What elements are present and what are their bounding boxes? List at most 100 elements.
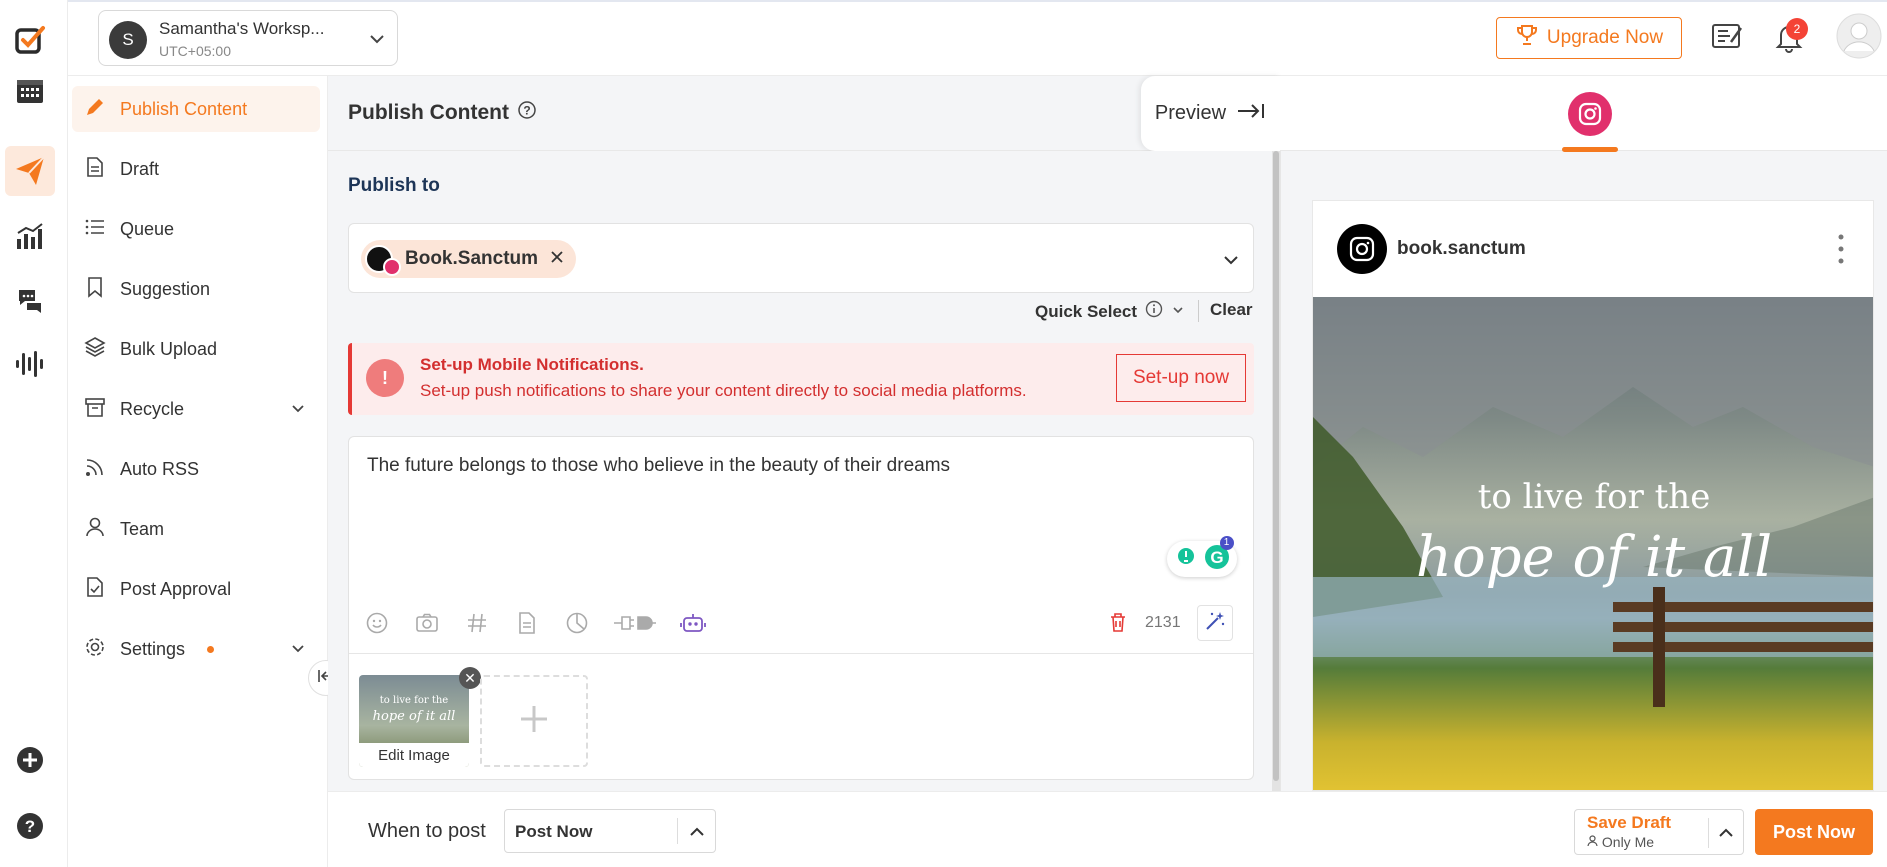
media-thumbnail[interactable]: to live for the hope of it all Edit Imag… <box>359 675 469 767</box>
menu-label: Bulk Upload <box>120 338 218 359</box>
setup-now-button[interactable]: Set-up now <box>1116 354 1246 402</box>
chat-icon[interactable] <box>12 283 48 319</box>
divider <box>677 818 678 844</box>
workspace-timezone: UTC+05:00 <box>159 43 231 59</box>
calendar-icon[interactable] <box>12 72 48 108</box>
side-menu: Publish Content Draft Queue Suggestion B… <box>68 76 328 867</box>
thumbnail-caption-line2: hope of it all <box>372 709 456 724</box>
save-draft-visibility: Only Me <box>1587 834 1654 850</box>
menu-label: Draft <box>120 158 160 179</box>
chevron-up-icon[interactable] <box>1717 824 1735 847</box>
menu-item-publish-content[interactable]: Publish Content <box>72 86 320 132</box>
instagram-tab-icon[interactable] <box>1568 92 1612 136</box>
mobile-notification-banner: ! Set-up Mobile Notifications. Set-up pu… <box>348 343 1254 415</box>
character-count: 2131 <box>1145 614 1181 631</box>
post-preview-image: to live for the hope of it all <box>1313 297 1873 790</box>
menu-item-suggestion[interactable]: Suggestion <box>72 266 320 312</box>
icon-rail: ? <box>0 0 68 867</box>
rss-icon <box>84 456 106 483</box>
plug-connector-icon[interactable] <box>611 607 659 639</box>
account-chip-label: Book.Sanctum <box>405 248 539 269</box>
analytics-icon[interactable] <box>12 218 48 254</box>
menu-label: Settings <box>120 638 186 659</box>
clear-button[interactable]: Clear <box>1210 300 1253 320</box>
account-chip[interactable]: Book.Sanctum <box>361 240 577 278</box>
when-to-post-label: When to post <box>368 820 486 842</box>
instagram-username: book.sanctum <box>1397 238 1526 259</box>
help-icon[interactable]: ? <box>12 808 48 844</box>
more-vertical-icon[interactable] <box>1833 231 1849 272</box>
instagram-avatar <box>1337 224 1387 274</box>
user-avatar[interactable] <box>1836 13 1882 64</box>
edit-image-button[interactable]: Edit Image <box>359 743 469 767</box>
ai-magic-button[interactable] <box>1197 605 1233 641</box>
compose-toolbar <box>361 607 709 639</box>
save-draft-button[interactable]: Save Draft Only Me <box>1574 809 1744 855</box>
preview-quote-line2: hope of it all <box>1415 525 1773 590</box>
publish-paperplane-icon[interactable] <box>5 146 55 196</box>
publish-to-label: Publish to <box>348 175 440 196</box>
editor-scrollbar-thumb[interactable] <box>1273 151 1279 781</box>
post-now-button[interactable]: Post Now <box>1755 809 1873 855</box>
robot-ai-icon[interactable] <box>677 607 709 639</box>
composer-feed-icon[interactable] <box>1710 20 1744 59</box>
menu-item-bulk-upload[interactable]: Bulk Upload <box>72 326 320 372</box>
notification-badge: 2 <box>1786 18 1808 40</box>
workspace-selector[interactable]: S Samantha's Worksp... UTC+05:00 <box>98 10 398 66</box>
upgrade-button[interactable]: Upgrade Now <box>1496 17 1682 59</box>
menu-item-auto-rss[interactable]: Auto RSS <box>72 446 320 492</box>
document-check-icon <box>84 576 106 603</box>
menu-item-post-approval[interactable]: Post Approval <box>72 566 320 612</box>
remove-media-button[interactable]: ✕ <box>459 667 481 689</box>
chevron-down-icon[interactable] <box>1221 250 1241 275</box>
preview-toggle-button[interactable]: Preview <box>1141 76 1280 151</box>
info-icon <box>1145 300 1163 323</box>
menu-label: Queue <box>120 218 175 239</box>
upgrade-label: Upgrade Now <box>1546 27 1664 48</box>
grammarly-count-badge: 1 <box>1219 535 1234 550</box>
add-icon[interactable] <box>12 742 48 778</box>
pie-chart-icon[interactable] <box>561 607 593 639</box>
chevron-down-icon <box>367 29 387 54</box>
menu-item-settings[interactable]: Settings <box>72 626 320 672</box>
emoji-icon[interactable] <box>361 607 393 639</box>
add-media-button[interactable] <box>480 675 588 767</box>
account-selector[interactable]: Book.Sanctum <box>348 223 1254 293</box>
menu-item-recycle[interactable]: Recycle <box>72 386 320 432</box>
divider <box>1198 300 1199 322</box>
chevron-down-icon <box>1171 302 1185 322</box>
when-to-post-select[interactable]: Post Now <box>504 809 716 853</box>
svg-text:?: ? <box>523 104 530 118</box>
list-icon <box>84 216 106 243</box>
help-circle-icon[interactable]: ? <box>517 100 537 126</box>
close-icon[interactable] <box>550 248 564 270</box>
audio-wave-icon[interactable] <box>12 346 48 382</box>
active-tab-indicator <box>1562 147 1618 152</box>
post-text-input[interactable]: The future belongs to those who believe … <box>367 455 950 477</box>
menu-label: Team <box>120 518 165 539</box>
document-icon[interactable] <box>511 607 543 639</box>
menu-label: Recycle <box>120 398 185 419</box>
archive-icon <box>84 396 106 423</box>
preview-label: Preview <box>1154 102 1227 124</box>
layers-icon <box>84 336 106 363</box>
when-to-post-value: Post Now <box>515 822 593 841</box>
camera-icon[interactable] <box>411 607 443 639</box>
plus-icon <box>517 702 551 741</box>
menu-item-queue[interactable]: Queue <box>72 206 320 252</box>
menu-label: Suggestion <box>120 278 211 299</box>
instagram-badge-icon <box>383 258 401 276</box>
menu-label: Auto RSS <box>120 458 200 479</box>
quick-select-label: Quick Select <box>1035 301 1138 321</box>
trophy-icon <box>1515 23 1539 53</box>
thumbnail-caption-line1: to live for the <box>379 695 449 706</box>
quick-select-dropdown[interactable]: Quick Select <box>1035 300 1185 323</box>
menu-item-team[interactable]: Team <box>72 506 320 552</box>
trash-icon[interactable] <box>1107 611 1129 638</box>
app-logo-icon[interactable] <box>12 22 48 58</box>
menu-item-draft[interactable]: Draft <box>72 146 320 192</box>
user-icon <box>1587 834 1598 850</box>
grammarly-widget[interactable]: G 1 <box>1167 535 1237 577</box>
hashtag-icon[interactable] <box>461 607 493 639</box>
lightbulb-icon <box>1175 546 1197 573</box>
